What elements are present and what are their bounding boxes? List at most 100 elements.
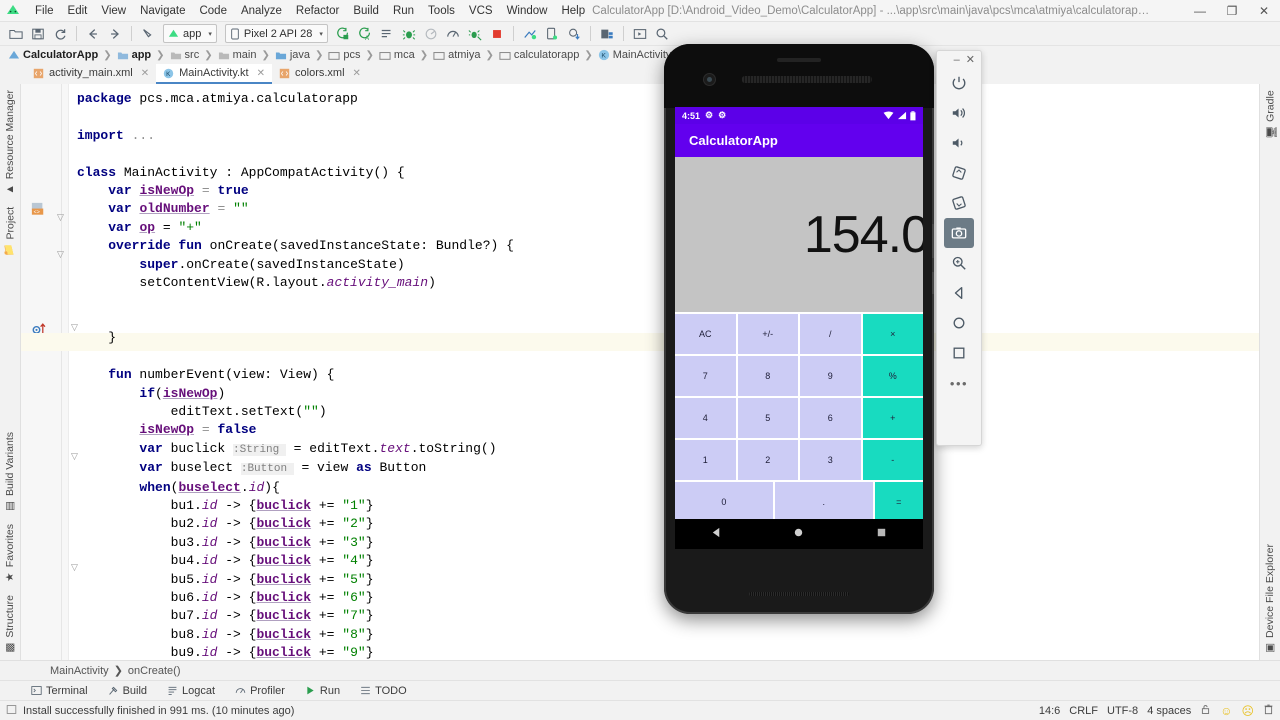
key-percent[interactable]: % — [862, 356, 923, 396]
run-with-coverage-icon[interactable] — [465, 24, 485, 44]
tool-button-run[interactable]: Run — [302, 684, 343, 698]
menu-item-help[interactable]: Help — [554, 3, 592, 19]
tool-button-terminal[interactable]: Terminal — [28, 684, 91, 698]
nav-overview-icon[interactable] — [875, 526, 888, 542]
attach-debugger-icon[interactable] — [421, 24, 441, 44]
key-sign[interactable]: +/- — [737, 314, 798, 354]
key-multiply[interactable]: × — [862, 314, 923, 354]
volume-up-icon[interactable] — [944, 98, 974, 128]
fold-arrow-class-icon[interactable]: ▽ — [57, 249, 64, 260]
sync-refresh-icon[interactable] — [50, 24, 70, 44]
breadcrumb-item-mca[interactable]: mca — [377, 49, 417, 61]
tab-close-icon[interactable]: ✕ — [257, 68, 265, 79]
phone-screen[interactable]: 4:51 ⚙ ⚙ CalculatorApp 154.0 AC +/- / × … — [675, 107, 923, 519]
run-configurations-icon[interactable] — [377, 24, 397, 44]
last-edit-location-icon[interactable] — [138, 24, 158, 44]
breadcrumb-item-src[interactable]: src — [168, 49, 202, 61]
screenshot-camera-icon[interactable] — [944, 218, 974, 248]
key-8[interactable]: 8 — [737, 356, 798, 396]
status-caret-position[interactable]: 14:6 — [1039, 705, 1060, 717]
layout-resource-gutter-icon[interactable]: <> — [31, 202, 45, 219]
tab-close-icon[interactable]: ✕ — [141, 68, 149, 79]
key-0[interactable]: 0 — [675, 482, 773, 519]
close-button[interactable]: ✕ — [1248, 0, 1280, 22]
key-4[interactable]: 4 — [675, 398, 736, 438]
key-decimal[interactable]: . — [774, 482, 873, 519]
save-all-icon[interactable] — [28, 24, 48, 44]
more-icon[interactable]: ••• — [944, 368, 974, 398]
volume-rocker-hardware[interactable] — [932, 272, 934, 294]
menu-item-tools[interactable]: Tools — [421, 3, 462, 19]
code-editor[interactable]: <> ▽ ▽ ▽ ▽ ▽ package pcs.mca.atmiya.calc… — [21, 84, 1259, 660]
emulator-minimize-button[interactable]: – — [954, 54, 960, 66]
tool-button-profiler[interactable]: Profiler — [232, 684, 288, 698]
tab-close-icon[interactable]: ✕ — [353, 68, 361, 79]
back-arrow-icon[interactable] — [83, 24, 103, 44]
overview-icon[interactable] — [944, 338, 974, 368]
open-folder-icon[interactable] — [6, 24, 26, 44]
avd-manager-icon[interactable] — [542, 24, 562, 44]
menu-item-analyze[interactable]: Analyze — [234, 3, 289, 19]
menu-item-refactor[interactable]: Refactor — [289, 3, 346, 19]
rotate-right-icon[interactable] — [944, 188, 974, 218]
key-3[interactable]: 3 — [800, 440, 861, 480]
memory-trash-icon[interactable] — [1263, 703, 1274, 718]
power-icon[interactable] — [944, 68, 974, 98]
emulator-close-button[interactable]: ✕ — [966, 53, 975, 66]
menu-item-view[interactable]: View — [94, 3, 133, 19]
key-equals[interactable]: = — [874, 482, 923, 519]
key-1[interactable]: 1 — [675, 440, 736, 480]
apply-changes-icon[interactable]: A — [355, 24, 375, 44]
key-plus[interactable]: + — [862, 398, 923, 438]
status-encoding[interactable]: UTF-8 — [1107, 705, 1138, 717]
calculator-display[interactable]: 154.0 — [675, 157, 923, 312]
tab-activity-main-xml[interactable]: activity_main.xml ✕ — [26, 64, 156, 84]
key-2[interactable]: 2 — [737, 440, 798, 480]
tab-colors-xml[interactable]: colors.xml ✕ — [272, 64, 368, 84]
key-ac[interactable]: AC — [675, 314, 736, 354]
nav-home-icon[interactable] — [792, 526, 805, 542]
tab-mainactivity-kt[interactable]: K MainActivity.kt ✕ — [156, 64, 273, 84]
menu-item-edit[interactable]: Edit — [61, 3, 95, 19]
sidebar-item-project[interactable]: 📁 Project — [1, 201, 20, 263]
sidebar-item-gradle[interactable]: 🖥 Gradle — [1261, 84, 1280, 145]
key-divide[interactable]: / — [800, 314, 861, 354]
emulator-window[interactable]: 4:51 ⚙ ⚙ CalculatorApp 154.0 AC +/- / × … — [664, 44, 982, 614]
status-line-separator[interactable]: CRLF — [1069, 705, 1098, 717]
menu-item-vcs[interactable]: VCS — [462, 3, 500, 19]
menu-item-code[interactable]: Code — [192, 3, 234, 19]
home-icon[interactable] — [944, 308, 974, 338]
menu-item-run[interactable]: Run — [386, 3, 421, 19]
fold-arrow-import-icon[interactable]: ▽ — [57, 212, 64, 223]
lock-icon[interactable] — [1200, 704, 1211, 718]
key-5[interactable]: 5 — [737, 398, 798, 438]
stop-icon[interactable] — [487, 24, 507, 44]
sidebar-item-favorites[interactable]: ★ Favorites — [1, 518, 19, 589]
device-selector[interactable]: Pixel 2 API 28 ▾ — [224, 24, 328, 43]
forward-arrow-icon[interactable] — [105, 24, 125, 44]
project-structure-icon[interactable] — [597, 24, 617, 44]
volume-down-icon[interactable] — [944, 128, 974, 158]
sync-gradle-icon[interactable] — [520, 24, 540, 44]
key-6[interactable]: 6 — [800, 398, 861, 438]
key-minus[interactable]: - — [862, 440, 923, 480]
run-app-icon[interactable] — [333, 24, 353, 44]
breadcrumb-item-calculatorapp[interactable]: calculatorapp — [497, 49, 581, 61]
key-9[interactable]: 9 — [800, 356, 861, 396]
back-icon[interactable] — [944, 278, 974, 308]
breadcrumb-item-java[interactable]: java — [273, 49, 312, 61]
status-indent[interactable]: 4 spaces — [1147, 705, 1191, 717]
power-button-hardware[interactable] — [932, 224, 934, 258]
sidebar-item-device-file-explorer[interactable]: ▣ Device File Explorer — [1261, 538, 1279, 660]
editor-breadcrumb-method[interactable]: onCreate() — [128, 665, 181, 677]
sidebar-item-build-variants[interactable]: ▤ Build Variants — [1, 426, 19, 518]
nav-back-icon[interactable] — [710, 526, 723, 542]
breadcrumb-item-atmiya[interactable]: atmiya — [431, 49, 482, 61]
breadcrumb-item-mainactivity[interactable]: K MainActivity — [596, 49, 674, 61]
sidebar-item-resource-manager[interactable]: ▲ Resource Manager — [1, 84, 19, 201]
rotate-left-icon[interactable] — [944, 158, 974, 188]
breadcrumb-item-pcs[interactable]: pcs — [326, 49, 362, 61]
sidebar-item-structure[interactable]: ▩ Structure — [1, 589, 19, 660]
sad-face-icon[interactable]: ☹ — [1241, 704, 1254, 718]
breadcrumb-item-app[interactable]: app — [115, 49, 154, 61]
